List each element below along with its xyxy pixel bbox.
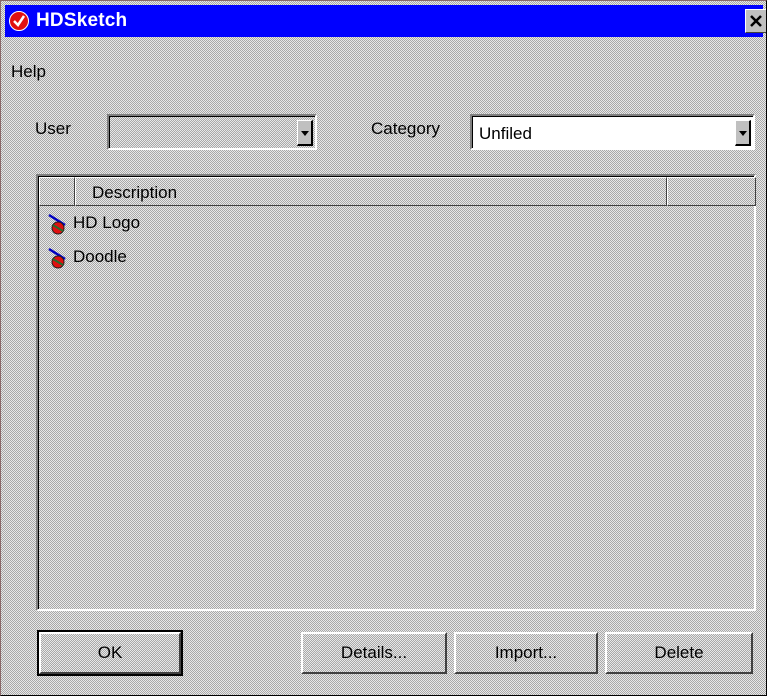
details-button[interactable]: Details...	[301, 632, 447, 674]
import-button[interactable]: Import...	[454, 632, 598, 674]
user-dropdown-button[interactable]	[297, 120, 313, 146]
column-header-icon[interactable]	[39, 177, 75, 206]
title-bar[interactable]: HDSketch	[5, 5, 766, 37]
menu-item-help[interactable]: Help	[11, 62, 46, 81]
sketch-icon	[47, 245, 71, 269]
list-header: Description	[39, 177, 756, 206]
column-header-extra[interactable]	[667, 177, 756, 206]
list-item-label: Doodle	[73, 247, 127, 266]
category-label: Category	[371, 119, 440, 138]
sketch-list[interactable]: Description HD Logo Doodle	[36, 174, 756, 611]
close-button[interactable]	[745, 9, 766, 33]
chevron-down-icon	[739, 131, 747, 136]
chevron-down-icon	[301, 131, 309, 136]
category-select[interactable]: Unfiled	[470, 114, 755, 150]
category-select-value: Unfiled	[479, 124, 532, 143]
category-dropdown-button[interactable]	[735, 120, 751, 146]
list-item-label: HD Logo	[73, 213, 141, 232]
window-title: HDSketch	[36, 10, 128, 31]
column-header-description[interactable]: Description	[75, 177, 667, 206]
user-label: User	[35, 119, 71, 138]
app-window: HDSketch Help User Category Unfiled Desc…	[0, 0, 767, 696]
sketch-icon	[47, 211, 71, 235]
menu-bar: Help	[11, 62, 46, 82]
delete-button[interactable]: Delete	[605, 632, 753, 674]
hdsketch-app-icon[interactable]	[9, 11, 29, 31]
ok-button[interactable]: OK	[37, 630, 183, 676]
user-select[interactable]	[107, 114, 317, 150]
